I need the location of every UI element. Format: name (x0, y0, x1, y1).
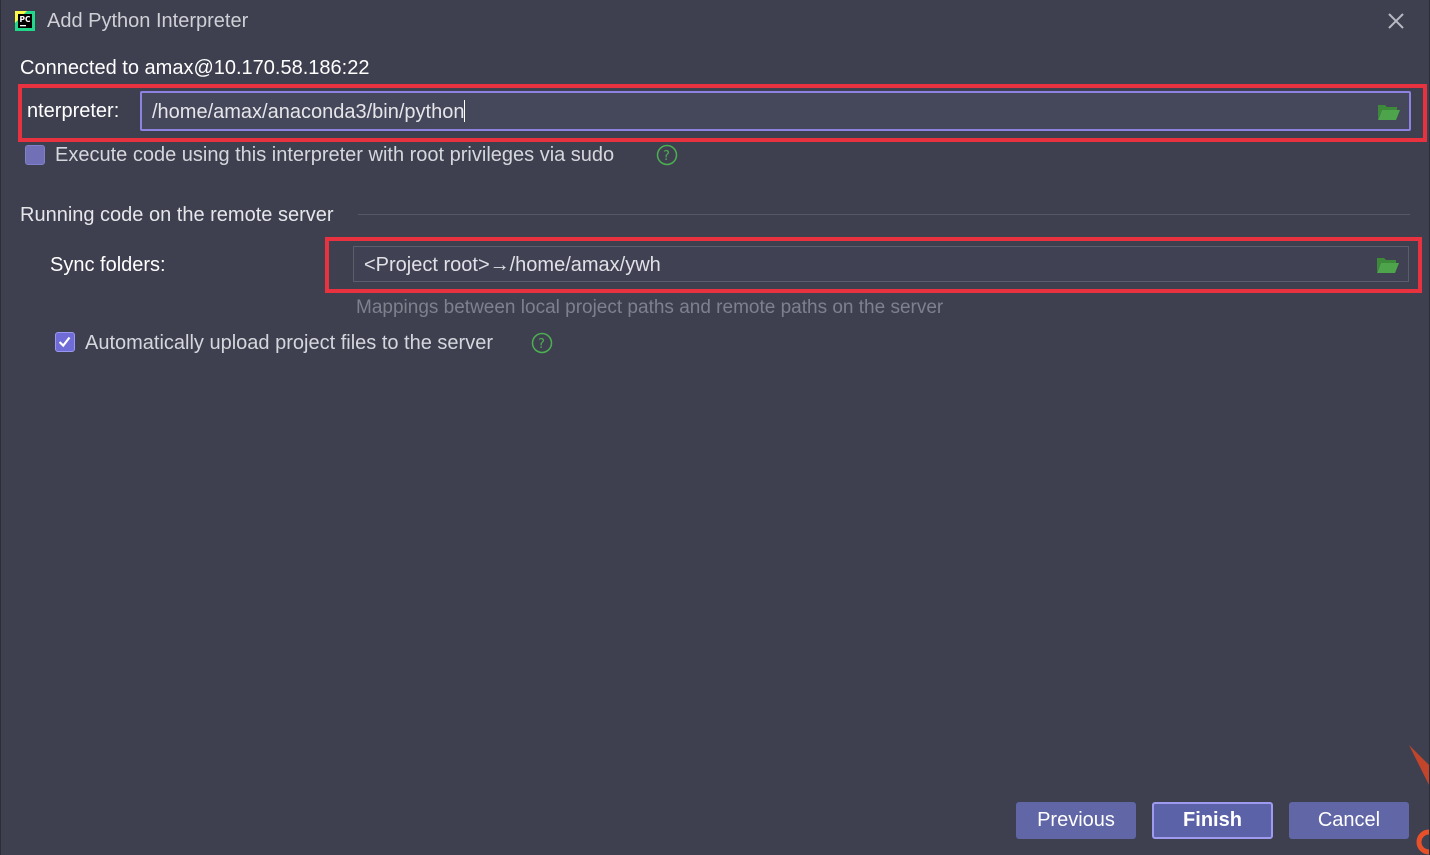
folder-open-icon[interactable] (1376, 255, 1400, 275)
auto-upload-checkbox[interactable] (55, 332, 75, 352)
interpreter-path-input[interactable]: /home/amax/anaconda3/bin/python (140, 91, 1411, 131)
interpreter-label: nterpreter: (27, 100, 120, 122)
section-divider (358, 214, 1410, 215)
title-bar: PC Add Python Interpreter (1, 0, 1430, 44)
help-icon[interactable]: ? (531, 332, 553, 354)
interpreter-path-value: /home/amax/anaconda3/bin/python (152, 100, 466, 124)
text-caret (464, 100, 466, 122)
finish-button[interactable]: Finish (1152, 802, 1273, 839)
sync-folders-value: <Project root>→/home/amax/ywh (364, 254, 661, 276)
sudo-checkbox[interactable] (25, 145, 45, 165)
close-icon[interactable] (1385, 10, 1407, 32)
svg-text:?: ? (663, 149, 670, 164)
add-python-interpreter-dialog: PC Add Python Interpreter Connected to a… (0, 0, 1430, 855)
auto-upload-label[interactable]: Automatically upload project files to th… (85, 332, 493, 355)
interpreter-path-text: /home/amax/anaconda3/bin/python (152, 101, 465, 123)
pycharm-app-icon: PC (15, 11, 35, 31)
decorative-corner-shape (1409, 745, 1429, 855)
previous-button[interactable]: Previous (1016, 802, 1136, 839)
sudo-checkbox-label[interactable]: Execute code using this interpreter with… (55, 144, 614, 167)
sync-folders-label: Sync folders: (50, 254, 166, 276)
remote-section-title: Running code on the remote server (20, 204, 334, 226)
folder-open-icon[interactable] (1377, 102, 1401, 122)
checkmark-icon (58, 336, 71, 348)
app-icon-text: PC (20, 15, 31, 24)
svg-text:?: ? (538, 337, 545, 352)
dialog-title: Add Python Interpreter (47, 10, 249, 32)
sync-folders-field[interactable]: <Project root>→/home/amax/ywh (353, 246, 1409, 282)
connection-status: Connected to amax@10.170.58.186:22 (20, 57, 370, 79)
sync-folders-hint: Mappings between local project paths and… (356, 297, 944, 318)
help-icon[interactable]: ? (656, 144, 678, 166)
cancel-button[interactable]: Cancel (1289, 802, 1409, 839)
